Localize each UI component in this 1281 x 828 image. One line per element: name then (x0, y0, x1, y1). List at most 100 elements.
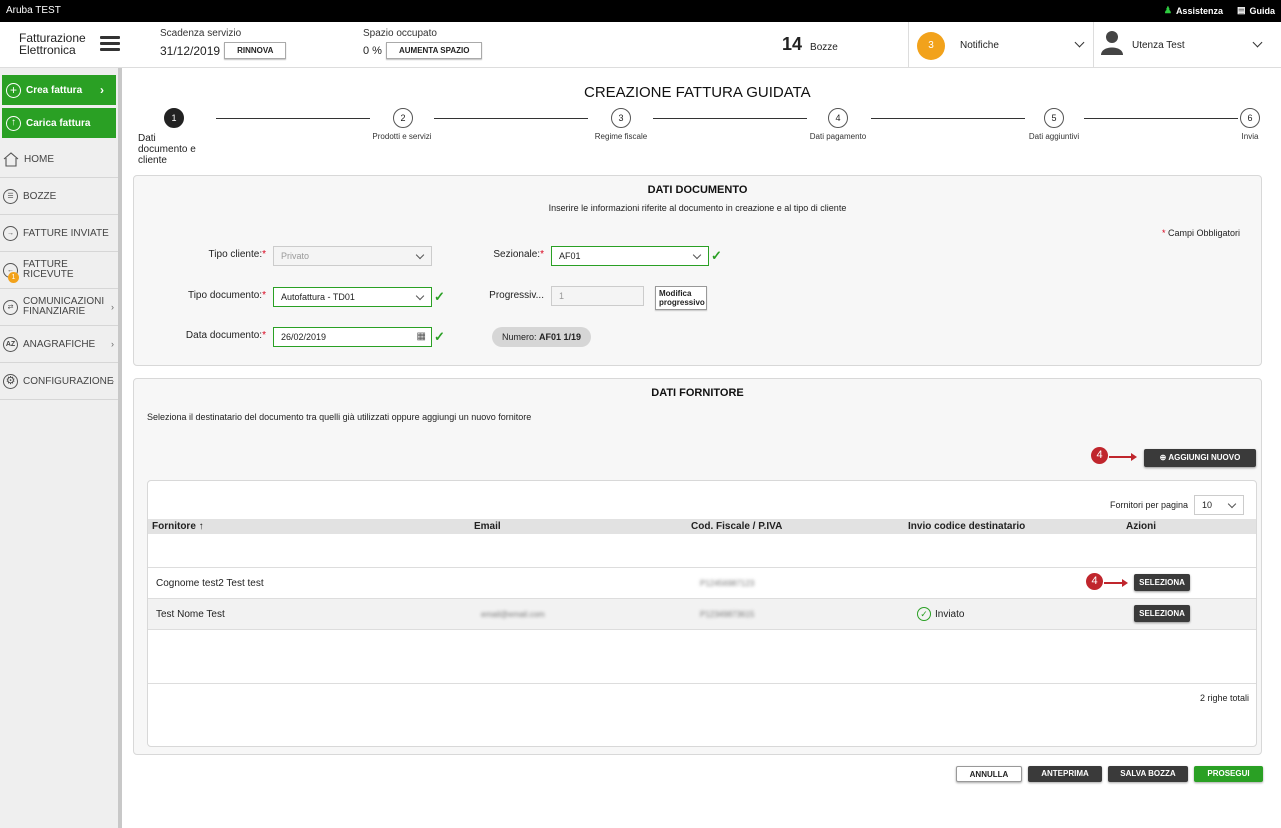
arrow-right-icon: → (3, 225, 18, 241)
label-text: Tipo cliente: (208, 249, 263, 260)
plus-circle-icon: ⊕ (1159, 453, 1167, 462)
scadenza-block: Scadenza servizio 31/12/2019 RINNOVA (160, 28, 287, 59)
fornitore-name: Cognome test2 Test test (156, 578, 264, 589)
chevron-down-icon (1074, 37, 1085, 48)
dati-fornitore-subtitle: Seleziona il destinatario del documento … (147, 412, 532, 422)
anteprima-button[interactable]: ANTEPRIMA (1028, 766, 1102, 782)
cf-value: P12349873615 (700, 610, 755, 619)
label-text: Sezionale: (493, 249, 541, 260)
app-environment-title: Aruba TEST (6, 5, 61, 16)
modifica-progressivo-button[interactable]: Modifica progressivo (655, 286, 707, 310)
data-documento-input[interactable]: 26/02/2019 ▦ (273, 327, 432, 347)
sidebar-item-configurazione[interactable]: ⚙ CONFIGURAZIONE › (0, 363, 118, 400)
step-2-label: Prodotti e servizi (372, 132, 432, 141)
step-4-label: Dati pagamento (809, 132, 867, 141)
crea-fattura-label: Crea fattura (26, 84, 83, 96)
fornitori-table: Fornitori per pagina 10 Fornitore ↑ Emai… (147, 480, 1257, 747)
chevron-down-icon (415, 250, 425, 260)
rinnova-button[interactable]: RINNOVA (224, 42, 287, 59)
chevron-right-icon: › (100, 83, 104, 97)
required-note-text: Campi Obbligatori (1167, 228, 1240, 238)
callout-arrow (1109, 453, 1137, 461)
sidebar-item-comunicazioni[interactable]: ⇄ COMUNICAZIONI FINANZIARIE › (0, 289, 118, 326)
step-label-line: cliente (138, 155, 167, 166)
notifiche-badge: 3 (917, 32, 945, 60)
required-note: * Campi Obbligatori (1161, 228, 1240, 238)
callout-arrow (1104, 579, 1128, 587)
carica-fattura-button[interactable]: ↑ Carica fattura (2, 108, 116, 138)
tipo-documento-value: Autofattura - TD01 (281, 292, 355, 302)
annulla-button[interactable]: ANNULLA (956, 766, 1022, 782)
app-logo[interactable]: Fatturazione Elettronica (19, 32, 86, 56)
column-header-cf[interactable]: Cod. Fiscale / P.IVA (691, 521, 782, 532)
step-5-label: Dati aggiuntivi (1028, 132, 1080, 141)
numero-value: AF01 1/19 (539, 332, 582, 342)
sidebar-item-label: FATTURE INVIATE (23, 227, 109, 239)
tipo-cliente-value: Privato (281, 251, 310, 261)
numero-label: Numero: (502, 332, 537, 342)
salva-bozza-button[interactable]: SALVA BOZZA (1108, 766, 1188, 782)
button-line: progressivo (659, 298, 705, 307)
sidebar-item-bozze[interactable]: ☰ BOZZE (0, 178, 118, 215)
step-callout-badge: 4 (1086, 573, 1103, 590)
aumenta-spazio-button[interactable]: AUMENTA SPAZIO (385, 42, 483, 59)
book-icon: ▤ (1236, 5, 1246, 15)
header: Fatturazione Elettronica Scadenza serviz… (0, 22, 1281, 68)
button-line: Modifica (659, 289, 692, 298)
gear-icon: ⚙ (3, 373, 18, 389)
step-3-label: Regime fiscale (594, 132, 648, 141)
bozze-label: Bozze (810, 42, 838, 53)
aggiungi-nuovo-button[interactable]: ⊕ AGGIUNGI NUOVO (1144, 449, 1256, 467)
home-icon (3, 151, 19, 167)
dati-documento-panel: DATI DOCUMENTO Inserire le informazioni … (133, 175, 1262, 366)
sezionale-select[interactable]: AF01 (551, 246, 709, 266)
column-header-email[interactable]: Email (474, 521, 501, 532)
spazio-block: Spazio occupato 0 % AUMENTA SPAZIO (363, 28, 483, 59)
assistenza-link[interactable]: ♟ Assistenza (1164, 5, 1223, 16)
sidebar: + Crea fattura › ↑ Carica fattura HOME ☰… (0, 68, 122, 828)
user-label: Utenza Test (1132, 40, 1185, 51)
guida-link[interactable]: ▤ Guida (1237, 5, 1275, 16)
progressivo-input[interactable]: 1 (551, 286, 644, 306)
step-2: 2 (393, 108, 413, 128)
column-header-fornitore[interactable]: Fornitore ↑ (152, 521, 204, 532)
scadenza-label: Scadenza servizio (160, 28, 242, 39)
table-divider (148, 683, 1256, 684)
step-4: 4 (828, 108, 848, 128)
menu-icon[interactable] (100, 36, 120, 52)
step-6-label: Invia (1241, 132, 1259, 141)
dati-documento-title: DATI DOCUMENTO (647, 184, 748, 196)
sidebar-item-label: FINANZIARIE (23, 306, 86, 317)
chevron-right-icon: › (111, 302, 114, 312)
tipo-cliente-select[interactable]: Privato (273, 246, 432, 266)
upload-icon: ↑ (6, 115, 21, 131)
sidebar-item-fatture-ricevute[interactable]: ← FATTURE RICEVUTE 1 (0, 252, 118, 289)
crea-fattura-button[interactable]: + Crea fattura › (2, 75, 116, 105)
bozze-counter[interactable]: 14 Bozze (782, 34, 838, 55)
user-dropdown[interactable]: Utenza Test (1095, 22, 1281, 68)
tipo-documento-label: Tipo documento:* (187, 290, 266, 301)
support-icon: ♟ (1163, 5, 1172, 15)
aggiungi-nuovo-label: AGGIUNGI NUOVO (1168, 453, 1241, 462)
sezionale-value: AF01 (559, 251, 581, 261)
step-label-line: documento e (138, 144, 196, 155)
guida-label: Guida (1249, 5, 1275, 16)
email-value: email@email.com (481, 610, 545, 619)
seleziona-button[interactable]: SELEZIONA (1134, 605, 1190, 622)
table-header: Fornitore ↑ Email Cod. Fiscale / P.IVA I… (148, 519, 1256, 534)
top-bar: Aruba TEST ♟ Assistenza ▤ Guida (0, 0, 1281, 22)
communications-icon: ⇄ (3, 299, 18, 315)
per-pagina-select[interactable]: 10 (1194, 495, 1244, 515)
seleziona-button[interactable]: SELEZIONA (1134, 574, 1190, 591)
sidebar-item-home[interactable]: HOME (0, 141, 118, 178)
column-header-invio[interactable]: Invio codice destinatario (908, 521, 1025, 532)
column-header-azioni: Azioni (1126, 521, 1156, 532)
sidebar-item-anagrafiche[interactable]: AZ ANAGRAFICHE › (0, 326, 118, 363)
prosegui-button[interactable]: PROSEGUI (1194, 766, 1263, 782)
notifiche-dropdown[interactable]: 3 Notifiche (908, 22, 1094, 68)
bozze-count: 14 (782, 34, 803, 54)
sidebar-item-fatture-inviate[interactable]: → FATTURE INVIATE (0, 215, 118, 252)
data-documento-label: Data documento:* (185, 330, 266, 341)
carica-fattura-label: Carica fattura (26, 117, 91, 129)
tipo-documento-select[interactable]: Autofattura - TD01 (273, 287, 432, 307)
